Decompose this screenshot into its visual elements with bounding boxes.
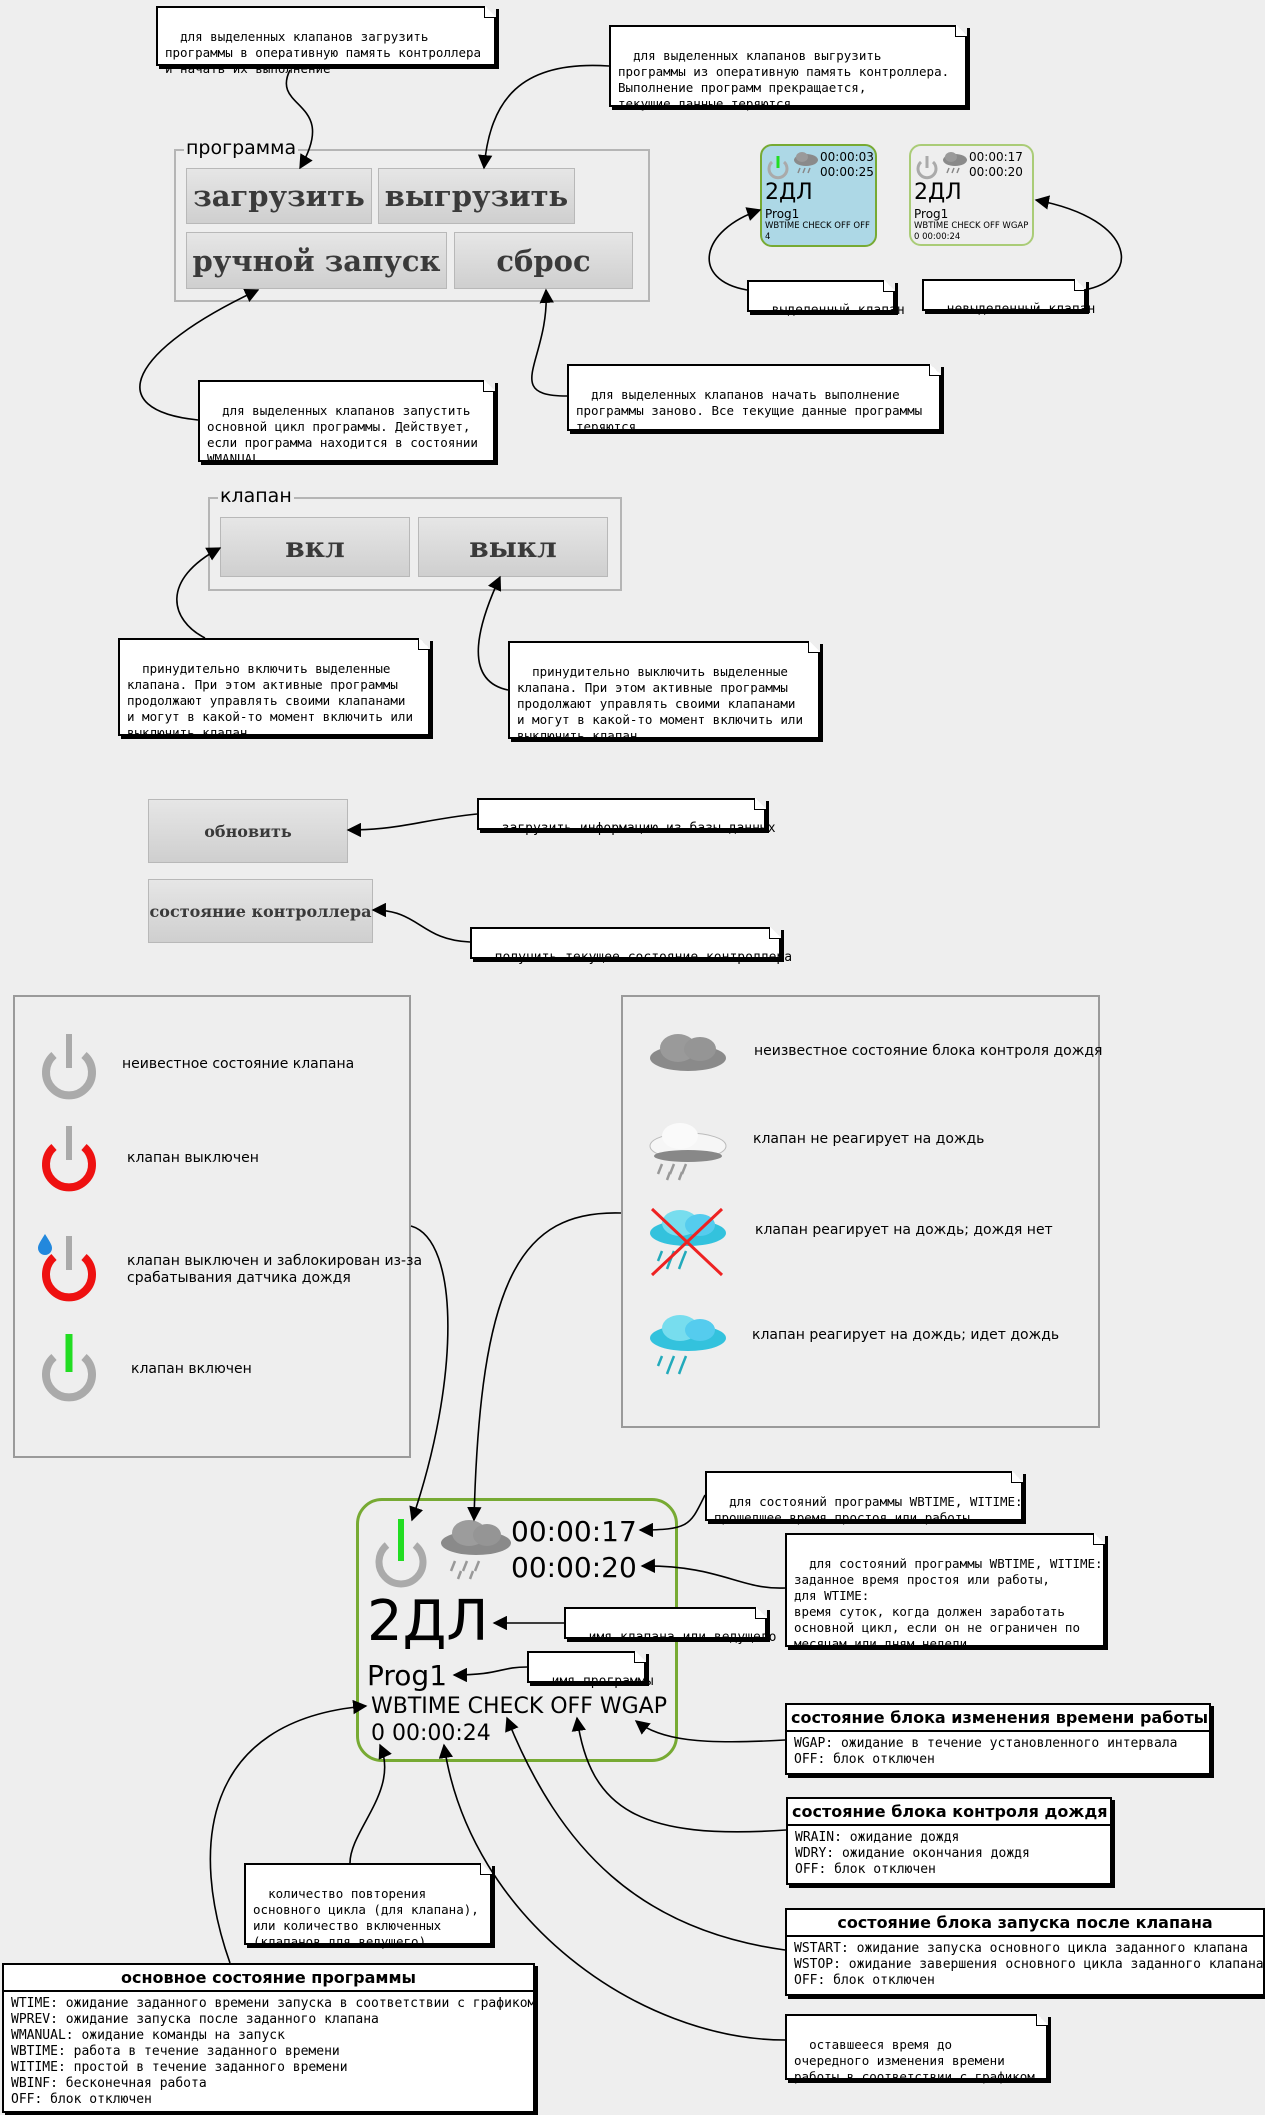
note-set-time-text: для состояний программы WBTIME, WITIME: …: [794, 1556, 1103, 1651]
note-valve-name-text: имя клапана или ведущего: [588, 1630, 777, 1645]
note-prog-name-text: имя программы: [551, 1674, 654, 1689]
note-repeat-text: количество повторения основного цикла (д…: [253, 1886, 479, 1949]
power-blocked-icon: [38, 1234, 96, 1302]
note-prog-name: имя программы: [527, 1651, 653, 1689]
legend-cloud-no-rain: клапан реагирует на дождь; дождя нет: [755, 1222, 1053, 1238]
valve-selected-name: 2ДЛ: [765, 180, 813, 205]
power-on-icon: [42, 1334, 96, 1402]
gap-state-body: WGAP: ожидание в течение установленного …: [794, 1736, 1178, 1767]
valve-unselected-time1: 00:00:17: [969, 150, 1023, 164]
note-remaining-text: оставшееся время до очередного изменения…: [794, 2037, 1035, 2084]
main-state-body: WTIME: ожидание заданного времени запуск…: [11, 1996, 533, 2107]
legend-cloud-ignore: клапан не реагирует на дождь: [753, 1131, 985, 1147]
power-icon: [767, 156, 789, 180]
rain-cloud-icon: [943, 152, 967, 174]
valve-card-selected[interactable]: 00:00:03 00:00:25 2ДЛ Prog1 WBTIME CHECK…: [760, 144, 877, 247]
note-set-time: для состояний программы WBTIME, WITIME: …: [785, 1533, 1105, 1651]
legend-power-off: клапан выключен: [127, 1150, 259, 1166]
cloud-unknown-icon: [650, 1034, 726, 1071]
note-selected-valve: выделенный клапан: [747, 280, 905, 318]
note-load-text: для выделенных клапанов загрузить програ…: [165, 29, 482, 76]
valve-selected-status: WBTIME CHECK OFF OFF: [765, 221, 870, 231]
start-state-title: состояние блока запуска после клапана: [787, 1910, 1263, 1937]
note-manual-text: для выделенных клапанов запустить основн…: [207, 403, 478, 466]
note-unselected-valve-text: невыделенный клапан: [946, 302, 1096, 317]
manual-start-button[interactable]: ручной запуск: [186, 232, 447, 289]
legend-power-blocked: клапан выключен и заблокирован из-за сра…: [127, 1253, 423, 1286]
controller-state-button[interactable]: состояние контроллера: [148, 879, 373, 943]
note-elapsed: для состояний программы WBTIME, WITIME: …: [705, 1471, 1023, 1525]
note-unselected-valve: невыделенный клапан: [922, 279, 1095, 317]
main-state-box: основное состояние программы WTIME: ожид…: [2, 1963, 535, 2113]
note-ctrl: получить текущее состояние контроллера: [470, 927, 792, 965]
power-icon: [375, 1519, 427, 1588]
unload-button[interactable]: выгрузить: [378, 168, 575, 224]
note-manual: для выделенных клапанов запустить основн…: [198, 380, 495, 466]
valve-detail-name: 2ДЛ: [367, 1589, 489, 1654]
note-off-text: принудительно выключить выделенные клапа…: [517, 664, 803, 743]
valve-group-legend: клапан: [218, 485, 294, 507]
valve-off-button[interactable]: выкл: [418, 517, 608, 577]
valve-on-button[interactable]: вкл: [220, 517, 410, 577]
refresh-button[interactable]: обновить: [148, 799, 348, 863]
program-group-legend: программа: [184, 137, 299, 159]
start-state-body: WSTART: ожидание запуска основного цикла…: [794, 1941, 1263, 1988]
note-unload-text: для выделенных клапанов выгрузить програ…: [618, 48, 950, 111]
legend-cloud-raining: клапан реагирует на дождь; идет дождь: [752, 1327, 1060, 1343]
valve-selected-prog: Prog1: [765, 207, 800, 221]
note-refresh: загрузить информацию из базы данных: [477, 798, 776, 836]
legend-cloud-unknown: неизвестное состояние блока контроля дож…: [754, 1043, 1103, 1059]
legend-power-on: клапан включен: [131, 1361, 252, 1377]
valve-detail-status: WBTIME CHECK OFF WGAP: [371, 1694, 667, 1719]
main-state-title: основное состояние программы: [4, 1965, 533, 1992]
cloud-ignore-rain-icon: [649, 1123, 727, 1181]
load-button[interactable]: загрузить: [186, 168, 372, 224]
note-reset: для выделенных клапанов начать выполнени…: [567, 364, 941, 434]
note-selected-valve-text: выделенный клапан: [771, 303, 905, 318]
start-state-box: состояние блока запуска после клапана WS…: [785, 1908, 1265, 1996]
note-repeat: количество повторения основного цикла (д…: [244, 1863, 492, 1949]
valve-detail-prog: Prog1: [367, 1659, 448, 1692]
power-unknown-icon: [42, 1034, 96, 1100]
valve-unselected-extra: 0 00:00:24: [914, 232, 961, 242]
note-unload: для выделенных клапанов выгрузить програ…: [609, 25, 967, 111]
note-on: принудительно включить выделенные клапан…: [118, 638, 430, 740]
valve-selected-time2: 00:00:25: [820, 165, 874, 179]
note-remaining: оставшееся время до очередного изменения…: [785, 2014, 1048, 2084]
valve-unselected-status: WBTIME CHECK OFF WGAP: [914, 221, 1029, 231]
valve-detail-time2: 00:00:20: [511, 1551, 637, 1584]
reset-button[interactable]: сброс: [454, 232, 633, 289]
gap-state-title: состояние блока изменения времени работы: [787, 1705, 1209, 1732]
power-icon: [916, 156, 938, 180]
note-valve-name: имя клапана или ведущего: [564, 1607, 777, 1645]
legend-power-unknown: неивестное состояние клапана: [122, 1056, 355, 1072]
valve-unselected-name: 2ДЛ: [914, 180, 962, 205]
note-elapsed-text: для состояний программы WBTIME, WITIME: …: [714, 1494, 1023, 1525]
cloud-raining-icon: [650, 1315, 726, 1375]
valve-detail-time1: 00:00:17: [511, 1515, 637, 1548]
valve-selected-time1: 00:00:03: [820, 150, 874, 164]
rain-state-box: состояние блока контроля дождя WRAIN: ож…: [786, 1797, 1112, 1885]
note-load: для выделенных клапанов загрузить програ…: [156, 6, 496, 76]
rain-cloud-icon: [794, 152, 818, 174]
note-off: принудительно выключить выделенные клапа…: [508, 641, 820, 743]
note-ctrl-text: получить текущее состояние контроллера: [494, 950, 793, 965]
gap-state-box: состояние блока изменения времени работы…: [785, 1703, 1211, 1775]
valve-unselected-time2: 00:00:20: [969, 165, 1023, 179]
power-off-icon: [42, 1126, 96, 1192]
rain-state-body: WRAIN: ожидание дождя WDRY: ожидание око…: [795, 1830, 1030, 1877]
rain-state-title: состояние блока контроля дождя: [788, 1799, 1110, 1826]
valve-unselected-prog: Prog1: [914, 207, 949, 221]
note-on-text: принудительно включить выделенные клапан…: [127, 661, 413, 740]
rain-cloud-icon: [441, 1520, 511, 1580]
note-reset-text: для выделенных клапанов начать выполнени…: [576, 387, 923, 434]
valve-detail-extra: 0 00:00:24: [371, 1721, 491, 1746]
cloud-no-rain-icon: [650, 1207, 726, 1277]
valve-selected-extra: 4: [765, 232, 771, 242]
valve-card-unselected[interactable]: 00:00:17 00:00:20 2ДЛ Prog1 WBTIME CHECK…: [909, 144, 1034, 246]
note-refresh-text: загрузить информацию из базы данных: [501, 821, 776, 836]
